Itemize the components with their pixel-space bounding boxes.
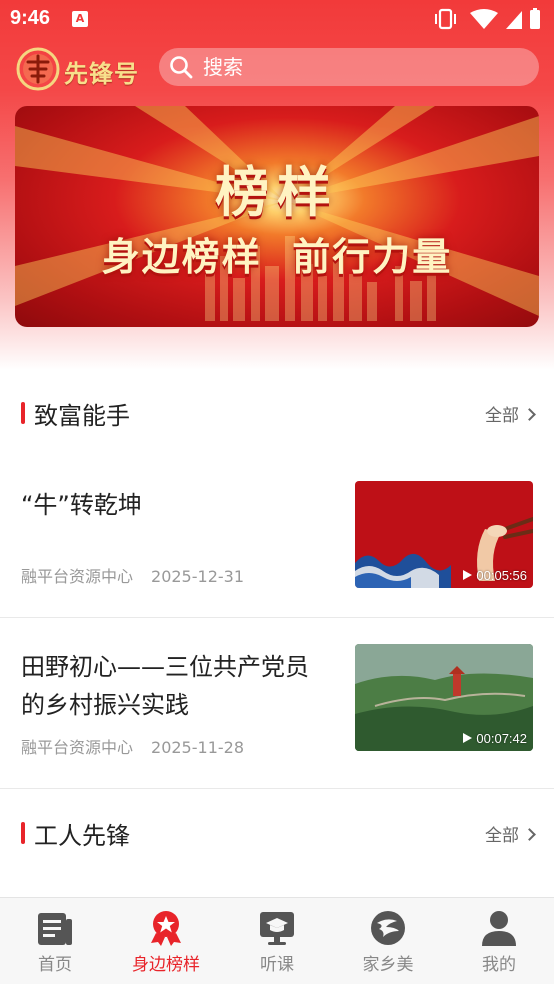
article-meta: 融平台资源中心 2025-12-31 bbox=[21, 563, 244, 587]
duration-text: 00:07:42 bbox=[476, 731, 527, 746]
tab-home[interactable]: 首页 bbox=[0, 898, 110, 984]
article-meta: 融平台资源中心 2025-11-28 bbox=[21, 734, 244, 758]
video-thumbnail[interactable]: 00:05:56 bbox=[355, 481, 533, 588]
search-icon bbox=[170, 56, 193, 79]
video-thumbnail[interactable]: 00:07:42 bbox=[355, 644, 533, 751]
tab-label: 首页 bbox=[38, 955, 72, 975]
tab-label: 听课 bbox=[260, 955, 294, 975]
section-title: 工人先锋 bbox=[34, 822, 130, 850]
banner-title: 榜样 bbox=[215, 161, 339, 224]
logo-text: 先锋号 bbox=[64, 59, 139, 88]
play-icon bbox=[463, 570, 473, 580]
tab-courses[interactable]: 听课 bbox=[222, 898, 332, 984]
article-source: 融平台资源中心 bbox=[21, 738, 134, 757]
logo-emblem-icon bbox=[16, 47, 60, 91]
vibrate-icon bbox=[435, 8, 456, 30]
tab-role-models[interactable]: 身边榜样 bbox=[111, 898, 221, 984]
status-icons bbox=[435, 8, 540, 30]
video-duration: 00:05:56 bbox=[463, 568, 527, 583]
list-item[interactable]: “牛”转乾坤 融平台资源中心 2025-12-31 00:05:56 bbox=[0, 470, 554, 618]
tab-hometown[interactable]: 家乡美 bbox=[333, 898, 443, 984]
user-icon bbox=[482, 911, 516, 946]
section-accent-bar bbox=[21, 402, 25, 424]
divider bbox=[0, 788, 554, 789]
section-header-zhifu: 致富能手 全部 bbox=[0, 383, 554, 443]
bottom-tab-bar: 首页 身边榜样 听课 家乡美 我的 bbox=[0, 897, 554, 984]
list-item[interactable]: 田野初心——三位共产党员的乡村振兴实践 融平台资源中心 2025-11-28 00… bbox=[0, 618, 554, 788]
view-all-link[interactable]: 全部 bbox=[485, 401, 536, 426]
tab-profile[interactable]: 我的 bbox=[444, 898, 554, 984]
chevron-right-icon bbox=[523, 828, 536, 841]
tab-label: 身边榜样 bbox=[132, 955, 200, 975]
article-source: 融平台资源中心 bbox=[21, 567, 134, 586]
status-bar: 9:46 A bbox=[0, 0, 554, 38]
hero-banner[interactable]: 榜样 身边榜样 前行力量 bbox=[15, 106, 539, 327]
view-all-link[interactable]: 全部 bbox=[485, 821, 536, 846]
article-date: 2025-12-31 bbox=[151, 567, 244, 586]
article-title: 田野初心——三位共产党员的乡村振兴实践 bbox=[21, 653, 309, 719]
notification-app-icon: A bbox=[72, 11, 88, 27]
signal-icon bbox=[506, 11, 522, 29]
article-title: “牛”转乾坤 bbox=[21, 491, 142, 519]
banner-subtitle: 身边榜样 前行力量 bbox=[101, 235, 453, 279]
monitor-cap-icon bbox=[260, 912, 294, 945]
section-header-gongren: 工人先锋 全部 bbox=[0, 803, 554, 863]
star-badge-icon bbox=[151, 911, 181, 946]
status-time: 9:46 bbox=[10, 7, 51, 29]
chevron-right-icon bbox=[523, 408, 536, 421]
tab-label: 我的 bbox=[482, 955, 516, 975]
view-all-label: 全部 bbox=[485, 826, 519, 846]
search-bar[interactable]: 搜索 bbox=[159, 48, 539, 86]
battery-icon bbox=[530, 8, 540, 29]
article-date: 2025-11-28 bbox=[151, 738, 244, 757]
view-all-label: 全部 bbox=[485, 406, 519, 426]
tab-label: 家乡美 bbox=[362, 955, 414, 975]
section-accent-bar bbox=[21, 822, 25, 844]
app-logo[interactable]: 先锋号 bbox=[14, 44, 144, 94]
news-icon bbox=[38, 913, 72, 945]
river-icon bbox=[371, 911, 405, 945]
search-input[interactable]: 搜索 bbox=[203, 48, 243, 86]
video-duration: 00:07:42 bbox=[463, 731, 527, 746]
wifi-icon bbox=[470, 9, 498, 29]
section-title: 致富能手 bbox=[34, 402, 130, 430]
play-icon bbox=[463, 733, 473, 743]
duration-text: 00:05:56 bbox=[476, 568, 527, 583]
